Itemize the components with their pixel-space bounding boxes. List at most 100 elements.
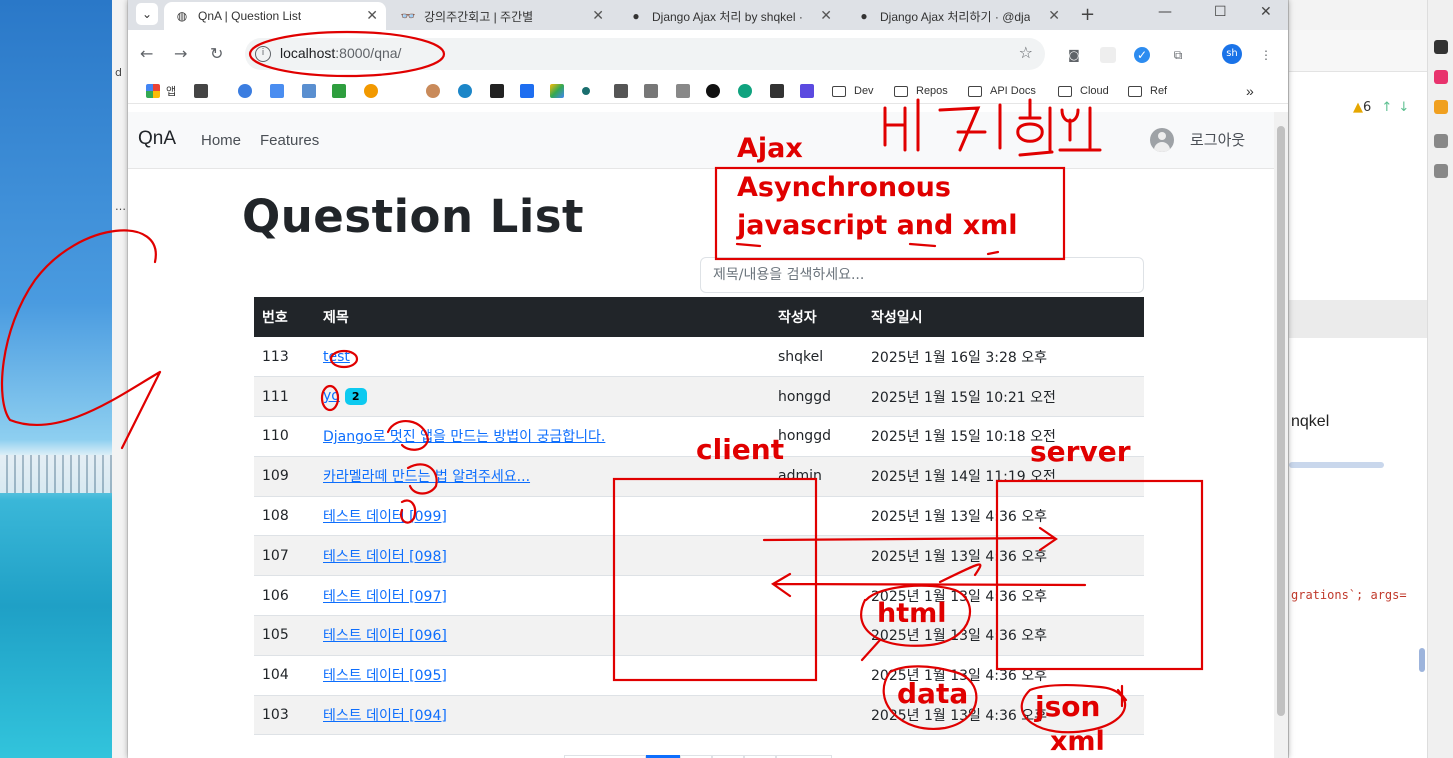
camera-icon[interactable]: ◙ <box>1066 47 1082 63</box>
cell-title: test <box>315 337 770 378</box>
cell-no: 113 <box>254 337 315 378</box>
question-link[interactable]: 테스트 데이터 [094] <box>323 708 447 724</box>
bookmark-icon-4[interactable] <box>332 83 352 99</box>
bookmark-icon-11[interactable] <box>582 83 596 99</box>
tab-qna[interactable]: ◍ QnA | Question List ✕ <box>164 2 386 30</box>
close-icon[interactable]: ✕ <box>366 7 378 24</box>
header-author: 작성자 <box>770 297 863 337</box>
bookmark-icon-15[interactable] <box>706 83 726 99</box>
tab-github-1[interactable]: ● Django Ajax 처리 by shqkel · ✕ <box>618 2 840 30</box>
globe-icon: ◍ <box>176 9 188 23</box>
search-input[interactable] <box>700 257 1144 293</box>
bookmark-icon-9[interactable] <box>520 83 540 99</box>
back-strip-glyph-dots: … <box>115 200 126 213</box>
bookmark-icon-7[interactable] <box>458 83 478 99</box>
bookmark-icon-14[interactable] <box>676 83 696 99</box>
bookmark-folder-dev[interactable]: Dev <box>832 83 874 99</box>
ide-warning-indicator[interactable]: ▲6 ↑ ↓ <box>1353 100 1409 115</box>
question-link[interactable]: 카라멜라떼 만드는 법 알려주세요... <box>323 469 530 485</box>
bookmark-icon-8[interactable] <box>490 83 510 99</box>
ide-rail-icon-3[interactable] <box>1434 100 1448 114</box>
bookmark-folder-ref[interactable]: Ref <box>1128 83 1167 99</box>
ide-rail-icon-1[interactable] <box>1434 40 1448 54</box>
table-row: 113 test shqkel 2025년 1월 16일 3:28 오후 <box>254 337 1144 378</box>
bookmark-icon-10[interactable] <box>550 83 570 99</box>
ide-horizontal-scrollbar[interactable] <box>1289 462 1384 468</box>
arrow-up-icon[interactable]: ↑ <box>1381 100 1392 115</box>
address-bar[interactable]: i localhost:8000/qna/ ☆ <box>245 38 1045 70</box>
nav-home[interactable]: Home <box>201 132 241 149</box>
bookmark-icon-16[interactable] <box>738 83 758 99</box>
new-tab-button[interactable]: + <box>1080 4 1095 25</box>
minimize-icon[interactable]: — <box>1158 4 1172 20</box>
bookmark-icon-18[interactable] <box>800 83 820 99</box>
question-link[interactable]: 테스트 데이터 [095] <box>323 668 447 684</box>
nav-features[interactable]: Features <box>260 132 319 149</box>
menu-kebab-icon[interactable]: ⋮ <box>1258 47 1274 63</box>
profile-avatar[interactable]: sh <box>1222 44 1242 64</box>
tab-github-2[interactable]: ● Django Ajax 처리하기 · @dja ✕ <box>846 2 1068 30</box>
bookmark-icon-17[interactable] <box>770 83 790 99</box>
url-text[interactable]: localhost:8000/qna/ <box>280 45 401 61</box>
bookmark-folder-cloud[interactable]: Cloud <box>1058 83 1109 99</box>
site-info-icon[interactable]: i <box>255 46 271 62</box>
back-icon[interactable]: ← <box>140 44 153 63</box>
github-icon: ● <box>860 9 868 23</box>
answer-count-badge: 2 <box>344 388 367 406</box>
arrow-down-icon[interactable]: ↓ <box>1398 100 1409 115</box>
bookmarks-more-button[interactable]: » <box>1246 83 1254 99</box>
url-host: localhost <box>280 45 336 61</box>
back-strip-glyph-d: d <box>115 66 122 79</box>
maximize-icon[interactable]: ☐ <box>1214 4 1227 20</box>
user-avatar-icon[interactable] <box>1150 128 1174 152</box>
bookmark-icon-1[interactable] <box>238 83 258 99</box>
bookmark-star-icon[interactable]: ☆ <box>1019 43 1033 62</box>
bookmark-folder-api-docs[interactable]: API Docs <box>968 83 1036 99</box>
question-link[interactable]: 테스트 데이터 [099] <box>323 509 447 525</box>
warning-icon: ▲ <box>1353 100 1363 115</box>
ide-rail-icon-4[interactable] <box>1434 134 1448 148</box>
ide-text-line: nqkel <box>1291 413 1330 430</box>
close-icon[interactable]: ✕ <box>820 7 832 24</box>
bookmark-icon-13[interactable] <box>644 83 664 99</box>
bookmark-grid-icon[interactable] <box>194 83 214 99</box>
question-link[interactable]: 테스트 데이터 [098] <box>323 549 447 565</box>
question-link[interactable]: yo <box>323 388 340 404</box>
question-link[interactable]: test <box>323 349 350 365</box>
reload-icon[interactable]: ↻ <box>210 44 223 63</box>
page-scrollbar[interactable] <box>1274 112 1288 758</box>
tab-search-button[interactable]: ⌄ <box>136 3 158 25</box>
bookmark-icon-12[interactable] <box>614 83 634 99</box>
bookmark-folder-repos[interactable]: Repos <box>894 83 948 99</box>
ide-rail-icon-5[interactable] <box>1434 164 1448 178</box>
forward-icon[interactable]: → <box>174 44 187 63</box>
tab-label: Django Ajax 처리 by shqkel · <box>652 9 803 24</box>
bookmark-icon-2[interactable] <box>270 83 290 99</box>
tab-weekly[interactable]: 👓 강의주간회고 | 주간별 ✕ <box>390 2 612 30</box>
question-link[interactable]: Django로 멋진 앱을 만드는 방법이 궁금합니다. <box>323 429 605 445</box>
close-icon[interactable]: ✕ <box>592 7 604 24</box>
bookmark-favicon <box>550 84 564 98</box>
close-icon[interactable]: ✕ <box>1048 7 1060 24</box>
ide-scroll-thumb[interactable] <box>1419 648 1425 672</box>
bookmark-label: Repos <box>916 85 948 97</box>
cell-no: 108 <box>254 496 315 537</box>
bookmark-apps[interactable]: 앱 <box>146 83 176 99</box>
bookmark-icon-6[interactable] <box>426 83 446 99</box>
question-link[interactable]: 테스트 데이터 [096] <box>323 628 447 644</box>
page-scroll-thumb[interactable] <box>1277 126 1285 716</box>
puzzle-icon[interactable]: ⧉ <box>1170 47 1186 63</box>
bookmark-icon-3[interactable] <box>302 83 322 99</box>
cell-title: 테스트 데이터 [094] <box>315 695 770 736</box>
bookmark-favicon <box>738 84 752 98</box>
bookmark-icon-5[interactable] <box>364 83 384 99</box>
question-link[interactable]: 테스트 데이터 [097] <box>323 589 447 605</box>
site-brand[interactable]: QnA <box>138 128 176 150</box>
logout-link[interactable]: 로그아웃 <box>1190 129 1245 150</box>
extension-check-icon[interactable]: ✓ <box>1134 47 1150 63</box>
ide-rail-icon-2[interactable] <box>1434 70 1448 84</box>
close-window-icon[interactable]: ✕ <box>1260 4 1272 20</box>
extension-icon[interactable] <box>1100 47 1116 63</box>
cell-date: 2025년 1월 16일 3:28 오후 <box>863 337 1144 378</box>
pagination <box>564 750 832 758</box>
